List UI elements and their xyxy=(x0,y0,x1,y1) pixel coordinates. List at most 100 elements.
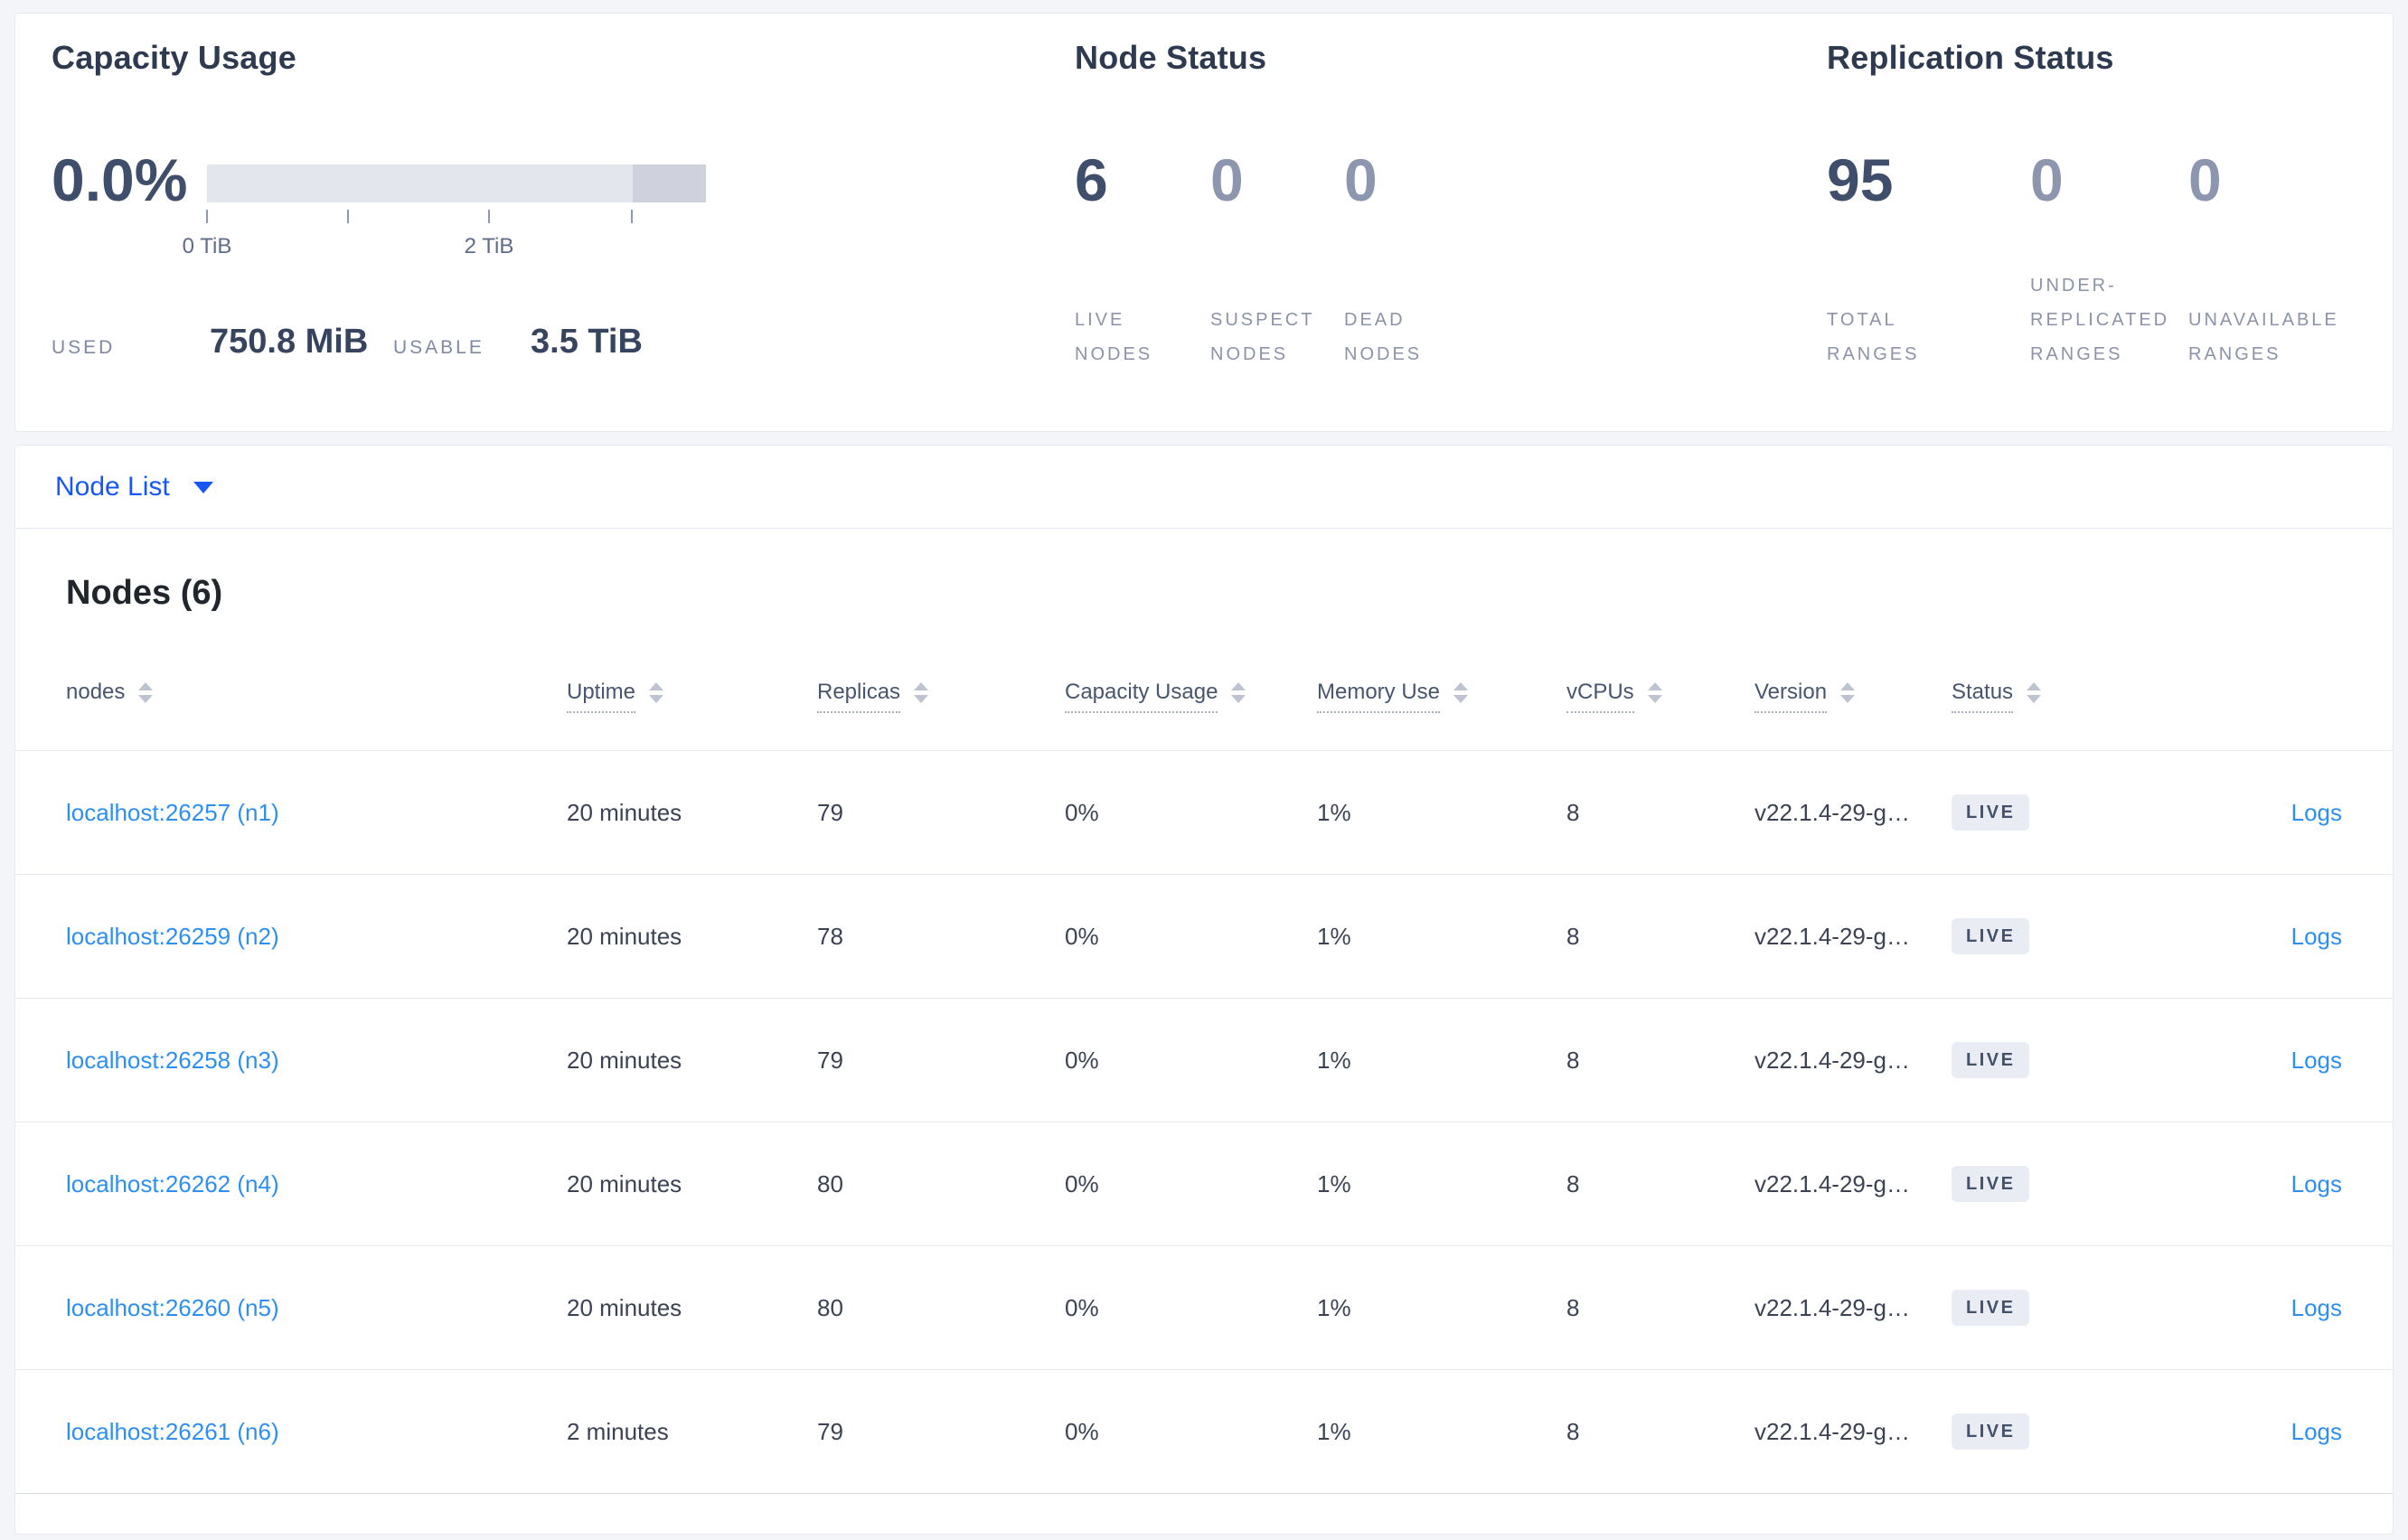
gauge-tick xyxy=(631,210,633,223)
cell-capacity: 0% xyxy=(1065,875,1099,998)
capacity-usage-cell: 0% xyxy=(1065,1046,1099,1074)
cell-replicas: 80 xyxy=(817,1246,843,1369)
logs-link[interactable]: Logs xyxy=(2291,1047,2342,1075)
status-badge: LIVE xyxy=(1952,1413,2030,1450)
used-value: 750.8 MiB xyxy=(210,323,369,361)
node-link[interactable]: localhost:26262 (n4) xyxy=(66,1170,279,1198)
version-cell: v22.1.4-29-g… xyxy=(1754,1046,1910,1074)
node-link[interactable]: localhost:26257 (n1) xyxy=(66,799,279,827)
cell-uptime: 20 minutes xyxy=(567,751,682,874)
cell-status: LIVE xyxy=(1952,1370,2030,1493)
cell-node: localhost:26262 (n4) xyxy=(66,1122,279,1245)
column-header-label: Uptime xyxy=(567,680,636,713)
memory-use-cell: 1% xyxy=(1317,1046,1351,1074)
column-header-label: Capacity Usage xyxy=(1065,680,1218,713)
logs-link[interactable]: Logs xyxy=(2291,799,2342,827)
column-header-uptime[interactable]: Uptime xyxy=(567,680,664,713)
cell-vcpus: 8 xyxy=(1566,999,1579,1122)
replication-status-title: Replication Status xyxy=(1827,39,2114,76)
column-header-label: Version xyxy=(1754,680,1828,713)
capacity-usage-cell: 0% xyxy=(1065,1293,1099,1321)
sort-arrows-icon xyxy=(1840,682,1856,703)
gauge-tick xyxy=(206,210,208,223)
cell-vcpus: 8 xyxy=(1566,1122,1579,1245)
cell-node: localhost:26261 (n6) xyxy=(66,1370,279,1493)
cell-node: localhost:26258 (n3) xyxy=(66,999,279,1122)
vcpus-cell: 8 xyxy=(1566,798,1580,826)
node-link[interactable]: localhost:26260 (n5) xyxy=(66,1294,279,1322)
nodes-table-header: nodes Uptime Replicas Capacity Usage Memory … xyxy=(15,649,2393,751)
column-header-replicas[interactable]: Replicas xyxy=(817,680,929,713)
column-header-label: Memory Use xyxy=(1317,680,1441,713)
gauge-tick-label-0: 0 TiB xyxy=(182,234,232,258)
replicas-cell: 80 xyxy=(817,1169,843,1197)
column-header-memory[interactable]: Memory Use xyxy=(1317,680,1469,713)
capacity-gauge-bar xyxy=(207,164,706,202)
cell-version: v22.1.4-29-g… xyxy=(1754,1370,1910,1493)
cell-memory: 1% xyxy=(1317,751,1351,874)
table-row: localhost:26258 (n3) 20 minutes 79 0% 1% 8 v22… xyxy=(15,999,2393,1122)
cell-logs: Logs xyxy=(2291,1370,2342,1493)
version-cell: v22.1.4-29-g… xyxy=(1754,798,1910,826)
cell-logs: Logs xyxy=(2291,1246,2342,1369)
node-list-panel: Node List Nodes (6) nodes Uptime Replicas C… xyxy=(14,445,2394,1535)
unavailable-ranges-label: UNAVAILABLE RANGES xyxy=(2188,310,2339,364)
column-header-node[interactable]: nodes xyxy=(66,680,154,711)
cell-uptime: 20 minutes xyxy=(567,999,682,1122)
table-row: localhost:26259 (n2) 20 minutes 78 0% 1% 8 v22… xyxy=(15,875,2393,999)
vcpus-cell: 8 xyxy=(1566,922,1580,950)
memory-use-cell: 1% xyxy=(1317,1169,1351,1197)
node-list-dropdown[interactable]: Node List xyxy=(55,446,213,529)
capacity-gauge-segment xyxy=(633,164,706,202)
live-nodes-label: LIVE NODES xyxy=(1075,310,1153,364)
logs-link[interactable]: Logs xyxy=(2291,1294,2342,1322)
cell-memory: 1% xyxy=(1317,999,1351,1122)
logs-link[interactable]: Logs xyxy=(2291,923,2342,951)
table-row: localhost:26262 (n4) 20 minutes 80 0% 1% 8 v22… xyxy=(15,1122,2393,1246)
memory-use-cell: 1% xyxy=(1317,798,1351,826)
logs-link[interactable]: Logs xyxy=(2291,1170,2342,1198)
chevron-down-icon xyxy=(193,481,213,493)
cell-replicas: 78 xyxy=(817,875,843,998)
status-badge: LIVE xyxy=(1952,1290,2030,1326)
cell-version: v22.1.4-29-g… xyxy=(1754,1122,1910,1245)
total-ranges-count: 95 xyxy=(1827,146,1894,213)
total-ranges-label: TOTAL RANGES xyxy=(1827,310,1920,364)
used-label: USED xyxy=(52,337,116,358)
vcpus-cell: 8 xyxy=(1566,1417,1580,1445)
capacity-percent-value: 0.0% xyxy=(52,146,188,213)
node-link[interactable]: localhost:26259 (n2) xyxy=(66,923,279,951)
table-row: localhost:26257 (n1) 20 minutes 79 0% 1% 8 v22… xyxy=(15,751,2393,875)
cell-capacity: 0% xyxy=(1065,1370,1099,1493)
cluster-summary-panel: Capacity Usage 0.0% 0 TiB 2 TiB USED 750… xyxy=(14,13,2394,432)
cell-vcpus: 8 xyxy=(1566,1370,1579,1493)
cell-logs: Logs xyxy=(2291,751,2342,874)
sort-arrows-icon xyxy=(1453,682,1469,703)
node-link[interactable]: localhost:26261 (n6) xyxy=(66,1418,279,1446)
dead-nodes-count: 0 xyxy=(1344,146,1378,213)
column-header-capacity[interactable]: Capacity Usage xyxy=(1065,680,1246,713)
sort-arrows-icon xyxy=(1647,682,1662,703)
sort-arrows-icon xyxy=(649,682,664,703)
column-header-label: vCPUs xyxy=(1566,680,1634,713)
capacity-usage-cell: 0% xyxy=(1065,1417,1099,1445)
memory-use-cell: 1% xyxy=(1317,1417,1351,1445)
cell-status: LIVE xyxy=(1952,751,2030,874)
cell-node: localhost:26260 (n5) xyxy=(66,1246,279,1369)
cell-uptime: 2 minutes xyxy=(567,1370,669,1493)
node-link[interactable]: localhost:26258 (n3) xyxy=(66,1047,279,1075)
column-header-version[interactable]: Version xyxy=(1754,680,1856,713)
cell-memory: 1% xyxy=(1317,1122,1351,1245)
table-row: localhost:26260 (n5) 20 minutes 80 0% 1% 8 v22… xyxy=(15,1246,2393,1370)
uptime-cell: 20 minutes xyxy=(567,1169,682,1197)
memory-use-cell: 1% xyxy=(1317,1293,1351,1321)
cell-node: localhost:26259 (n2) xyxy=(66,875,279,998)
cell-logs: Logs xyxy=(2291,999,2342,1122)
column-header-vcpus[interactable]: vCPUs xyxy=(1566,680,1662,713)
table-row: localhost:26261 (n6) 2 minutes 79 0% 1% 8 v22.… xyxy=(15,1370,2393,1494)
column-header-status[interactable]: Status xyxy=(1952,680,2042,713)
logs-link[interactable]: Logs xyxy=(2291,1418,2342,1446)
cell-uptime: 20 minutes xyxy=(567,1122,682,1245)
cell-memory: 1% xyxy=(1317,1246,1351,1369)
version-cell: v22.1.4-29-g… xyxy=(1754,1169,1910,1197)
